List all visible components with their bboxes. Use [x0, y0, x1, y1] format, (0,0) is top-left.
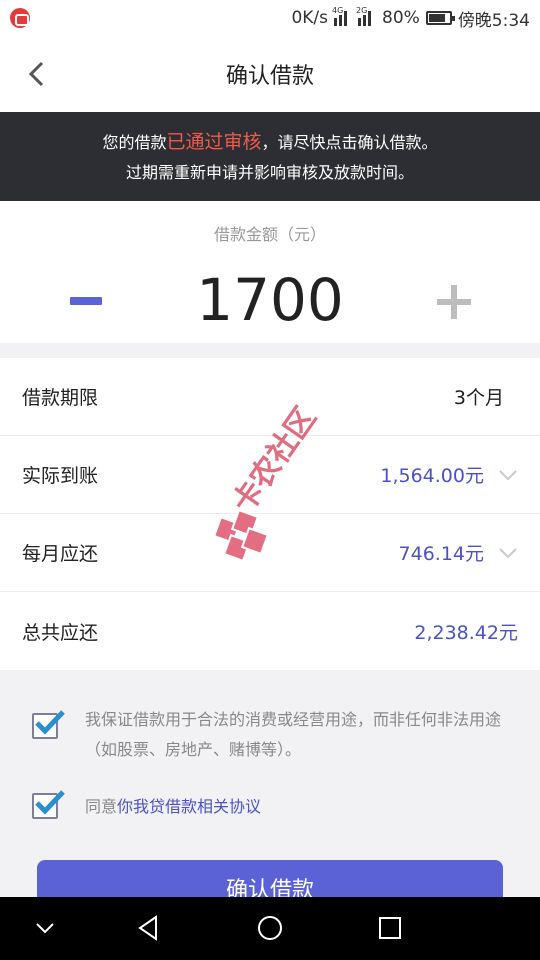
checkmark-icon	[35, 790, 65, 815]
amount-label: 借款金额（元）	[213, 225, 326, 244]
status-bar: 0K/s 4G 2G 80% 傍晚5:34	[0, 0, 540, 36]
chevron-left-icon	[28, 61, 44, 87]
checkmark-icon	[35, 710, 65, 735]
clock: 傍晚5:34	[457, 10, 530, 31]
loan-details: 借款期限 3个月 实际到账 1,564.00元 每月应还 746.14元 总共应…	[0, 358, 540, 670]
consent-agreement: 同意你我贷借款相关协议	[32, 790, 522, 821]
home-circle-icon[interactable]	[253, 911, 287, 945]
notice-line-2: 过期需重新申请并影响审核及放款时间。	[125, 163, 414, 182]
row-monthly-repayment[interactable]: 每月应还 746.14元	[0, 514, 540, 592]
agreement-link[interactable]: 你我贷借款相关协议	[117, 797, 261, 816]
app-notification-icon	[10, 8, 30, 28]
approval-notice: 您的借款已通过审核，请尽快点击确认借款。 过期需重新申请并影响审核及放款时间。	[0, 112, 540, 201]
row-value: 2,238.42元	[414, 621, 518, 644]
row-value: 746.14元	[398, 543, 484, 565]
battery-icon	[425, 11, 455, 25]
page-title: 确认借款	[225, 64, 314, 89]
chevron-down-icon	[499, 469, 517, 480]
row-loan-term[interactable]: 借款期限 3个月	[0, 358, 540, 436]
row-label: 借款期限	[22, 387, 99, 409]
guarantee-text: 我保证借款用于合法的消费或经营用途，而非任何非法用途（如股票、房地产、赌博等）。	[85, 710, 502, 759]
chevron-down-icon	[499, 547, 517, 558]
system-navigation-bar	[0, 897, 540, 960]
consent-text: 同意你我贷借款相关协议	[85, 797, 262, 816]
guarantee-agreement: 我保证借款用于合法的消费或经营用途，而非任何非法用途（如股票、房地产、赌博等）。	[32, 705, 522, 765]
header: 确认借款	[0, 36, 540, 112]
row-value: 1,564.00元	[380, 465, 484, 487]
row-total-repayment: 总共应还 2,238.42元	[0, 592, 540, 670]
row-actual-received[interactable]: 实际到账 1,564.00元	[0, 436, 540, 514]
signal-2g-icon: 2G	[356, 6, 376, 26]
recents-square-icon[interactable]	[373, 911, 407, 945]
row-label: 每月应还	[22, 543, 99, 565]
signal-4g-icon: 4G	[332, 6, 352, 26]
battery-percent: 80%	[382, 8, 420, 28]
row-label: 实际到账	[22, 465, 99, 487]
guarantee-checkbox[interactable]	[32, 710, 65, 739]
approved-highlight: 已通过审核	[166, 131, 262, 153]
row-label: 总共应还	[22, 621, 99, 644]
row-value: 3个月	[453, 387, 504, 409]
hide-keyboard-icon[interactable]	[28, 911, 62, 945]
increase-amount-button[interactable]	[437, 285, 471, 319]
back-button[interactable]	[18, 56, 54, 92]
back-triangle-icon[interactable]	[132, 911, 166, 945]
notice-line-1: 您的借款已通过审核，请尽快点击确认借款。	[102, 131, 438, 153]
network-speed: 0K/s	[291, 8, 329, 28]
consent-checkbox[interactable]	[32, 790, 65, 819]
